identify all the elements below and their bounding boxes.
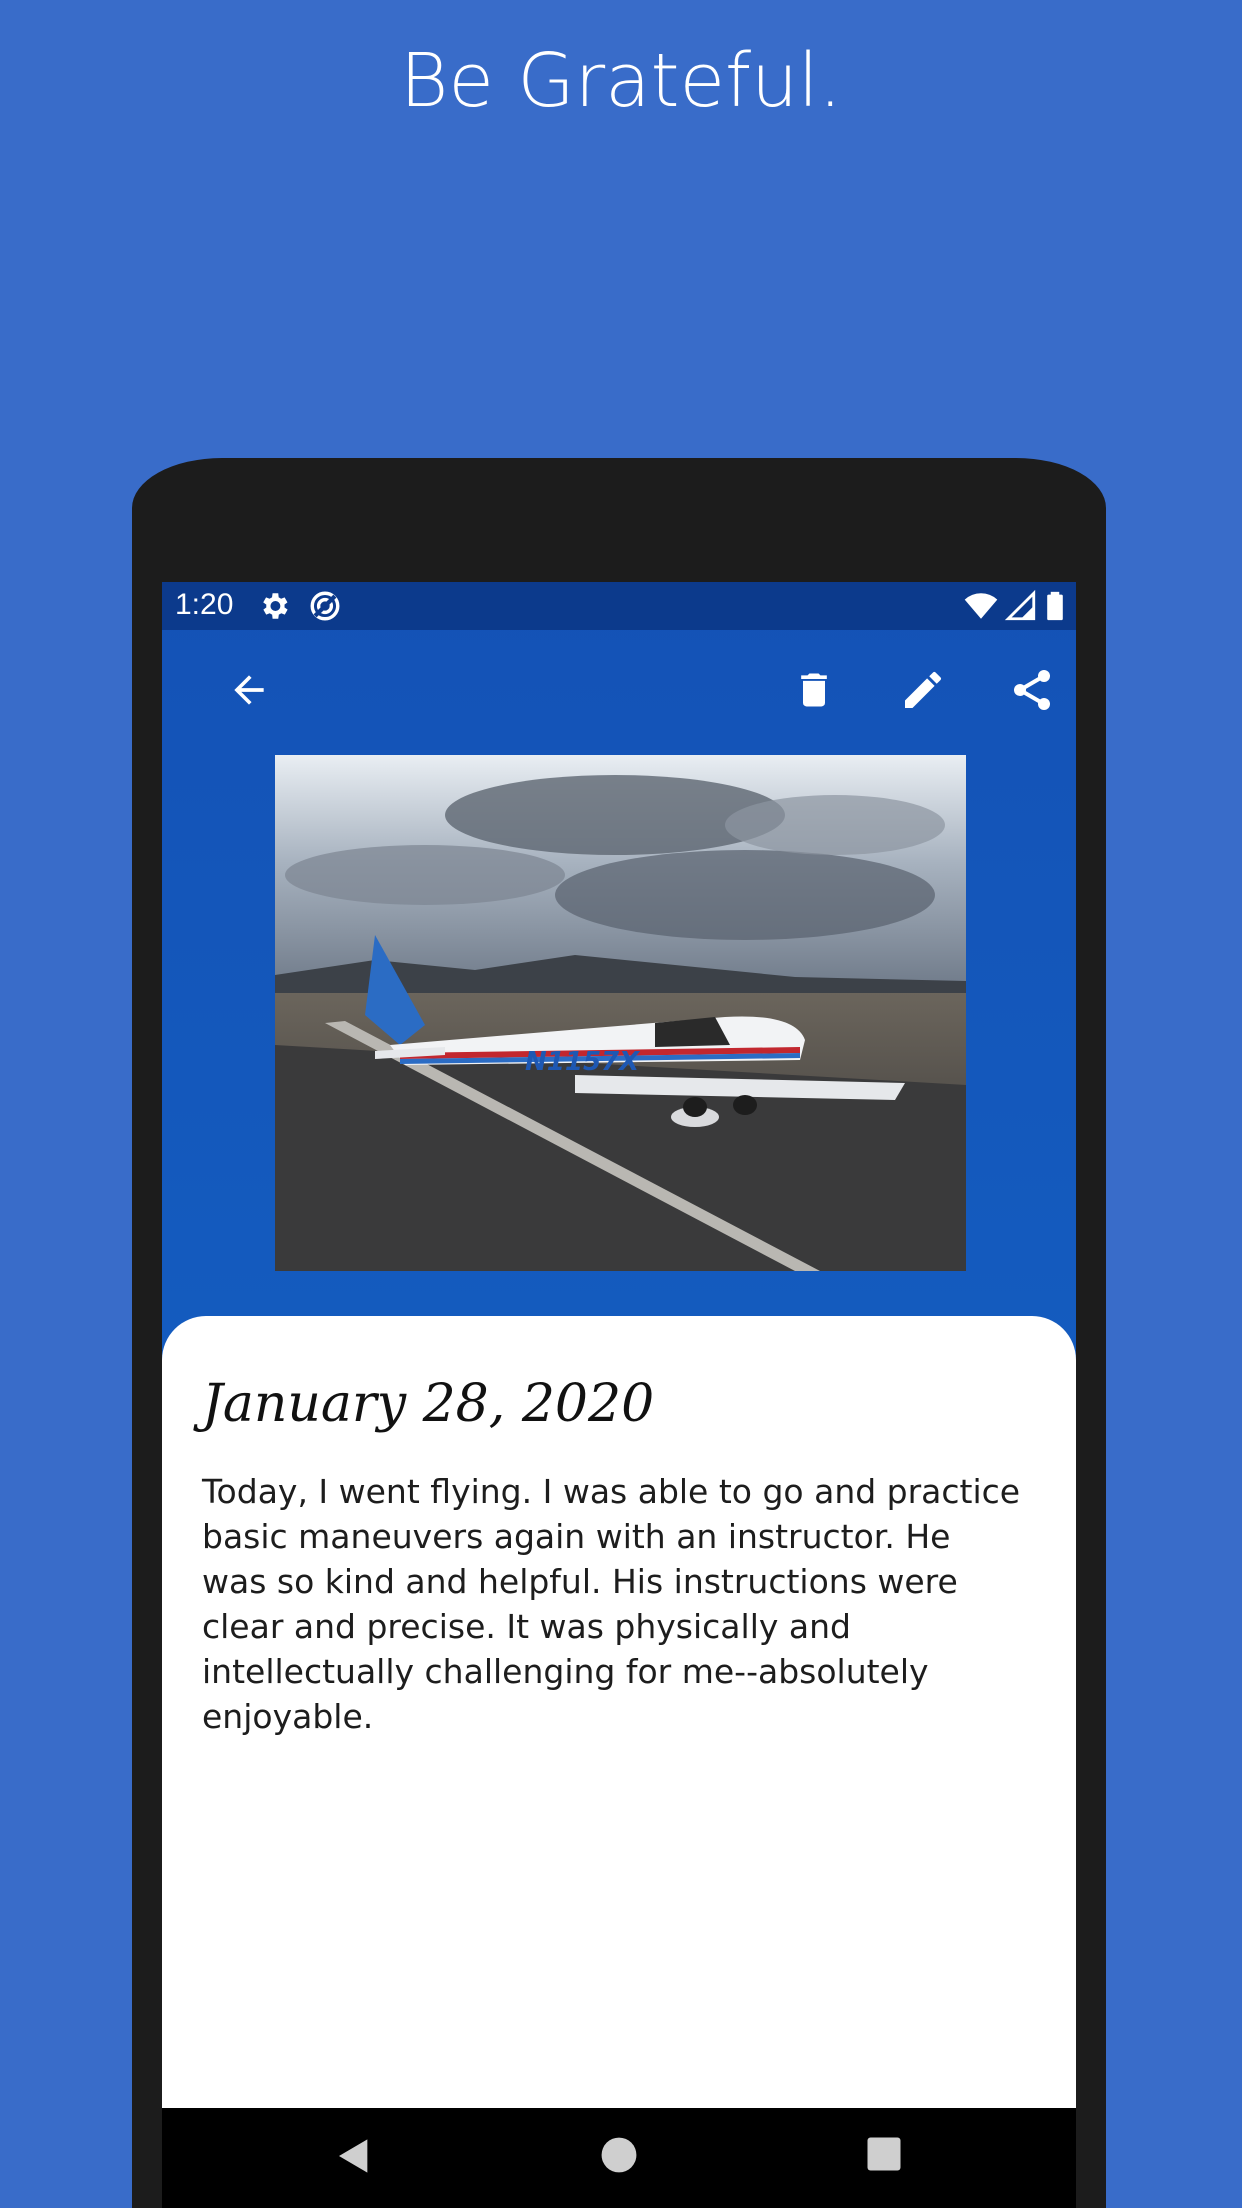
delete-button[interactable] [782, 658, 846, 722]
wifi-icon [964, 593, 998, 619]
battery-icon [1047, 591, 1063, 621]
settings-icon [263, 593, 288, 619]
entry-date: January 28, 2020 [202, 1374, 655, 1434]
status-bar: 1:20 [162, 582, 1076, 630]
edit-button[interactable] [891, 658, 955, 722]
home-circle-icon[interactable] [600, 2136, 638, 2174]
back-triangle-icon[interactable] [334, 2136, 374, 2176]
share-icon [1014, 670, 1050, 710]
sync-icon [310, 591, 340, 621]
signal-icon [1004, 589, 1036, 621]
app-screen: 1:20 N1157X January 28, 2020 Today, I we… [162, 582, 1076, 2208]
back-arrow-icon [234, 675, 264, 705]
recents-square-icon[interactable] [866, 2136, 902, 2172]
status-time: 1:20 [175, 588, 234, 621]
entry-card: January 28, 2020 Today, I went flying. I… [162, 1316, 1076, 2112]
edit-icon [905, 671, 941, 708]
delete-icon [801, 673, 827, 707]
back-button[interactable] [217, 658, 281, 722]
entry-photo[interactable]: N1157X [275, 755, 966, 1271]
entry-text: Today, I went flying. I was able to go a… [202, 1472, 1021, 1736]
tail-number: N1157X [525, 1047, 641, 1077]
airplane-photo: N1157X [275, 755, 966, 1271]
marketing-headline: Be Grateful. [399, 38, 843, 124]
system-nav-bar [162, 2108, 1076, 2208]
share-button[interactable] [1000, 658, 1064, 722]
